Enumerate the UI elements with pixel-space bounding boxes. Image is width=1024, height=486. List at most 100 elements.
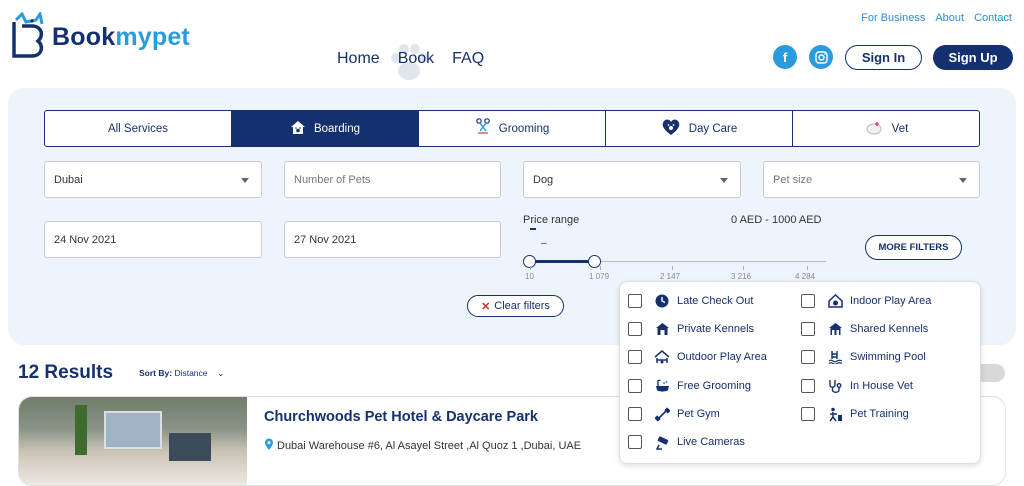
checkbox[interactable] [628, 350, 642, 364]
checkbox[interactable] [628, 294, 642, 308]
check-in-date[interactable]: 24 Nov 2021 [44, 221, 262, 258]
check-out-date[interactable]: 27 Nov 2021 [284, 221, 501, 258]
logo-text: Bookmypet [52, 23, 190, 52]
checkbox[interactable] [801, 294, 815, 308]
vet-icon [864, 119, 884, 138]
slider-tick [600, 266, 601, 270]
checkbox[interactable] [628, 379, 642, 393]
price-range-label: Price range [523, 214, 580, 226]
slider-tick [530, 266, 531, 270]
logo-icon [10, 10, 48, 63]
nav-book[interactable]: Book [398, 50, 434, 68]
slider-tick [672, 266, 673, 270]
sign-up-button[interactable]: Sign Up [933, 45, 1013, 70]
filter-swimming-pool[interactable]: Swimming Pool [801, 349, 926, 365]
nav-faq[interactable]: FAQ [452, 50, 484, 68]
tab-label: All Services [107, 122, 169, 135]
checkbox[interactable] [801, 350, 815, 364]
photo-screen [104, 411, 162, 449]
instagram-icon[interactable] [809, 45, 833, 69]
shared-kennel-icon [827, 321, 843, 337]
listing-address: Dubai Warehouse #6, Al Asayel Street ,Al… [264, 438, 581, 454]
sign-in-button[interactable]: Sign In [845, 45, 922, 70]
filter-label: Pet Gym [677, 408, 720, 420]
filter-pet-gym[interactable]: Pet Gym [628, 406, 720, 422]
chevron-down-icon [241, 178, 249, 183]
city-select[interactable]: Dubai [44, 161, 262, 198]
checkbox[interactable] [628, 322, 642, 336]
check-out-value: 27 Nov 2021 [294, 233, 357, 246]
filter-label: Pet Training [850, 408, 909, 420]
filter-label: Private Kennels [677, 323, 755, 335]
listing-title[interactable]: Churchwoods Pet Hotel & Daycare Park [264, 409, 538, 425]
scissors-icon [475, 118, 491, 139]
dumbbell-icon [654, 406, 670, 422]
clock-icon [654, 293, 670, 309]
kennel-icon [654, 321, 670, 337]
filter-private-kennels[interactable]: Private Kennels [628, 321, 754, 337]
photo-plant [75, 405, 87, 455]
filter-shared-kennels[interactable]: Shared Kennels [801, 321, 928, 337]
heart-paw-icon [661, 118, 681, 139]
checkbox[interactable] [628, 435, 642, 449]
tab-all-services[interactable]: All Services [45, 111, 232, 146]
clear-filters-button[interactable]: ✕ Clear filters [467, 295, 564, 317]
slider-tick-label: 10 [525, 272, 534, 281]
filter-label: Indoor Play Area [850, 295, 932, 307]
checkbox[interactable] [628, 407, 642, 421]
number-of-pets-input[interactable]: Number of Pets [284, 161, 501, 198]
tab-label: Day Care [688, 122, 738, 135]
pet-type-select[interactable]: Dog [523, 161, 741, 198]
slider-tick-label: 3 216 [731, 272, 752, 281]
results-count: 12 Results [18, 362, 114, 383]
check-in-value: 24 Nov 2021 [54, 233, 117, 246]
tab-vet[interactable]: Vet [793, 111, 979, 146]
nav-home[interactable]: Home [337, 50, 380, 68]
photo-monitor [169, 433, 211, 461]
filter-late-check-out[interactable]: Late Check Out [628, 293, 753, 309]
checkbox[interactable] [801, 379, 815, 393]
tab-label: Boarding [313, 122, 361, 135]
slider-tick-label: 2 147 [660, 272, 681, 281]
checkbox[interactable] [801, 407, 815, 421]
bath-icon [654, 378, 670, 394]
link-for-business[interactable]: For Business [861, 12, 925, 24]
facebook-icon[interactable]: f [773, 45, 797, 69]
filter-label: Live Cameras [677, 436, 745, 448]
filter-label: Outdoor Play Area [677, 351, 767, 363]
pets-placeholder: Number of Pets [294, 173, 371, 186]
outdoor-play-icon [654, 349, 670, 365]
price-range-value: 0 AED - 1000 AED [731, 214, 822, 226]
filter-outdoor-play-area[interactable]: Outdoor Play Area [628, 349, 767, 365]
service-tabs: All Services Boarding Grooming Day Care … [44, 110, 980, 147]
more-filters-button[interactable]: MORE FILTERS [865, 235, 962, 260]
checkbox[interactable] [801, 322, 815, 336]
filter-in-house-vet[interactable]: In House Vet [801, 378, 913, 394]
link-contact[interactable]: Contact [974, 12, 1012, 24]
tab-grooming[interactable]: Grooming [419, 111, 606, 146]
close-icon: ✕ [481, 300, 491, 313]
pet-type-value: Dog [533, 173, 554, 186]
filter-live-cameras[interactable]: Live Cameras [628, 434, 745, 450]
tab-label: Grooming [498, 122, 550, 135]
filter-label: Swimming Pool [850, 351, 926, 363]
pet-size-select[interactable]: Pet size [763, 161, 980, 198]
filter-label: Shared Kennels [850, 323, 929, 335]
link-about[interactable]: About [935, 12, 964, 24]
logo-text-part1: Book [52, 23, 116, 51]
logo-text-part2: mypet [115, 23, 190, 51]
filter-indoor-play-area[interactable]: Indoor Play Area [801, 293, 931, 309]
sort-by-dropdown[interactable]: Sort By: Distance ⌄ [139, 368, 225, 379]
slider-tick-label: 4 284 [795, 272, 816, 281]
sort-value: Distance [174, 368, 208, 378]
price-min-marker [530, 228, 536, 230]
city-value: Dubai [54, 173, 83, 186]
tab-boarding[interactable]: Boarding [232, 111, 419, 146]
logo[interactable]: Bookmypet [10, 10, 190, 63]
chevron-down-icon: ⌄ [216, 368, 225, 378]
filter-free-grooming[interactable]: Free Grooming [628, 378, 751, 394]
tab-day-care[interactable]: Day Care [606, 111, 793, 146]
listing-address-text: Dubai Warehouse #6, Al Asayel Street ,Al… [277, 440, 582, 452]
filter-pet-training[interactable]: Pet Training [801, 406, 909, 422]
chevron-down-icon [959, 178, 967, 183]
